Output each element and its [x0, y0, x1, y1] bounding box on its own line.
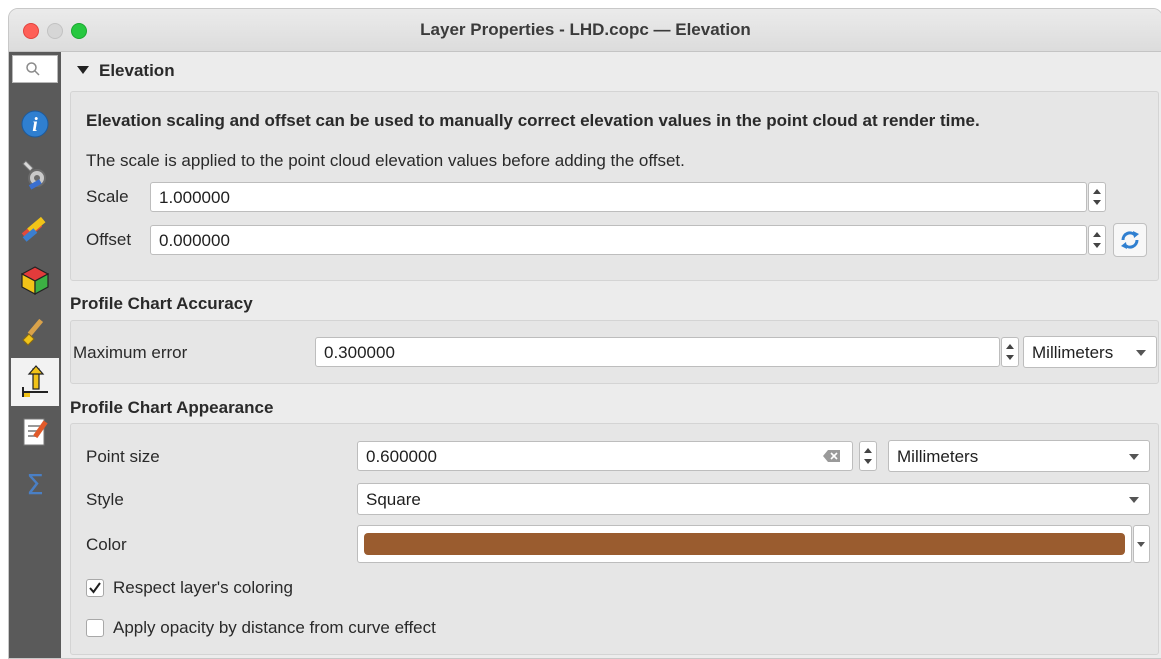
- sidebar-item-elevation[interactable]: [11, 358, 59, 406]
- max-error-label: Maximum error: [73, 343, 188, 362]
- clear-field-icon[interactable]: [823, 449, 841, 463]
- search-icon: [26, 62, 40, 76]
- refresh-icon: [1121, 231, 1139, 249]
- refresh-offset-button[interactable]: [1113, 223, 1147, 257]
- scale-spinner[interactable]: [1088, 182, 1106, 212]
- svg-text:Σ: Σ: [26, 468, 44, 500]
- statistics-icon: Σ: [26, 468, 44, 500]
- respect-coloring-checkbox[interactable]: [86, 579, 104, 597]
- max-error-input[interactable]: 0.300000: [315, 337, 1000, 367]
- window-title: Layer Properties - LHD.copc — Elevation: [420, 20, 751, 39]
- chevron-down-icon: [1137, 542, 1145, 547]
- elevation-panel: Elevation scaling and offset can be used…: [70, 91, 1159, 281]
- point-size-label: Point size: [86, 447, 160, 466]
- max-error-units-value: Millimeters: [1032, 343, 1114, 362]
- checkmark-icon: [89, 582, 101, 594]
- scale-input[interactable]: 1.000000: [150, 182, 1087, 212]
- point-size-input[interactable]: 0.600000: [357, 441, 853, 471]
- max-error-units-select[interactable]: Millimeters: [1023, 336, 1157, 368]
- scale-label: Scale: [86, 187, 129, 206]
- sidebar: i Σ: [9, 52, 61, 658]
- appearance-panel: Point size 0.600000 Millimeters Style Sq…: [70, 423, 1159, 655]
- spin-arrows-icon: [1006, 344, 1014, 360]
- color-swatch: [364, 533, 1125, 555]
- chevron-down-icon: [1129, 497, 1139, 503]
- title-bar: Layer Properties - LHD.copc — Elevation: [9, 9, 1161, 52]
- style-label: Style: [86, 490, 124, 509]
- offset-label: Offset: [86, 230, 132, 249]
- source-icon: [22, 160, 46, 190]
- offset-spinner[interactable]: [1088, 225, 1106, 255]
- sidebar-item-symbology[interactable]: [15, 208, 55, 248]
- color-menu-button[interactable]: [1133, 525, 1150, 563]
- point-size-spinner[interactable]: [859, 441, 877, 471]
- color-label: Color: [86, 535, 127, 554]
- opacity-by-distance-checkbox[interactable]: [86, 619, 104, 637]
- accuracy-panel: Maximum error 0.300000 Millimeters: [70, 320, 1159, 384]
- style-value: Square: [366, 490, 421, 509]
- spin-arrows-icon: [1093, 232, 1101, 248]
- point-size-units-value: Millimeters: [897, 447, 979, 466]
- appearance-group-header: Profile Chart Appearance: [70, 398, 274, 417]
- symbology-icon: [21, 216, 46, 242]
- elevation-description-bold: Elevation scaling and offset can be used…: [86, 111, 980, 130]
- elevation-icon: [22, 365, 48, 397]
- point-size-units-select[interactable]: Millimeters: [888, 440, 1150, 472]
- svg-text:i: i: [32, 114, 38, 136]
- elevation-page: Elevation Elevation scaling and offset c…: [62, 52, 1161, 658]
- opacity-by-distance-label[interactable]: Apply opacity by distance from curve eff…: [113, 618, 436, 638]
- elevation-description: The scale is applied to the point cloud …: [86, 151, 685, 170]
- chevron-down-icon: [1136, 350, 1146, 356]
- accuracy-group-header: Profile Chart Accuracy: [70, 294, 253, 313]
- style-select[interactable]: Square: [357, 483, 1150, 515]
- max-error-spinner[interactable]: [1001, 337, 1019, 367]
- sidebar-search-input[interactable]: [12, 55, 58, 83]
- sidebar-item-3d-view[interactable]: [15, 260, 55, 300]
- sidebar-item-rendering[interactable]: [15, 312, 55, 352]
- layer-properties-window: Layer Properties - LHD.copc — Elevation …: [8, 8, 1161, 659]
- metadata-icon: [23, 418, 48, 446]
- spin-arrows-icon: [864, 448, 872, 464]
- sidebar-item-information[interactable]: i: [15, 104, 55, 144]
- 3d-view-icon: [20, 266, 50, 296]
- sidebar-item-metadata[interactable]: [15, 412, 55, 452]
- collapse-triangle-icon[interactable]: [76, 64, 90, 76]
- rendering-icon: [22, 318, 44, 346]
- offset-input[interactable]: 0.000000: [150, 225, 1087, 255]
- chevron-down-icon: [1129, 454, 1139, 460]
- elevation-group-header[interactable]: Elevation: [99, 61, 175, 81]
- spin-arrows-icon: [1093, 189, 1101, 205]
- sidebar-item-statistics[interactable]: Σ: [15, 464, 55, 504]
- sidebar-item-source[interactable]: [15, 156, 55, 196]
- respect-coloring-label[interactable]: Respect layer's coloring: [113, 578, 293, 598]
- info-icon: i: [21, 110, 49, 138]
- color-button[interactable]: [357, 525, 1132, 563]
